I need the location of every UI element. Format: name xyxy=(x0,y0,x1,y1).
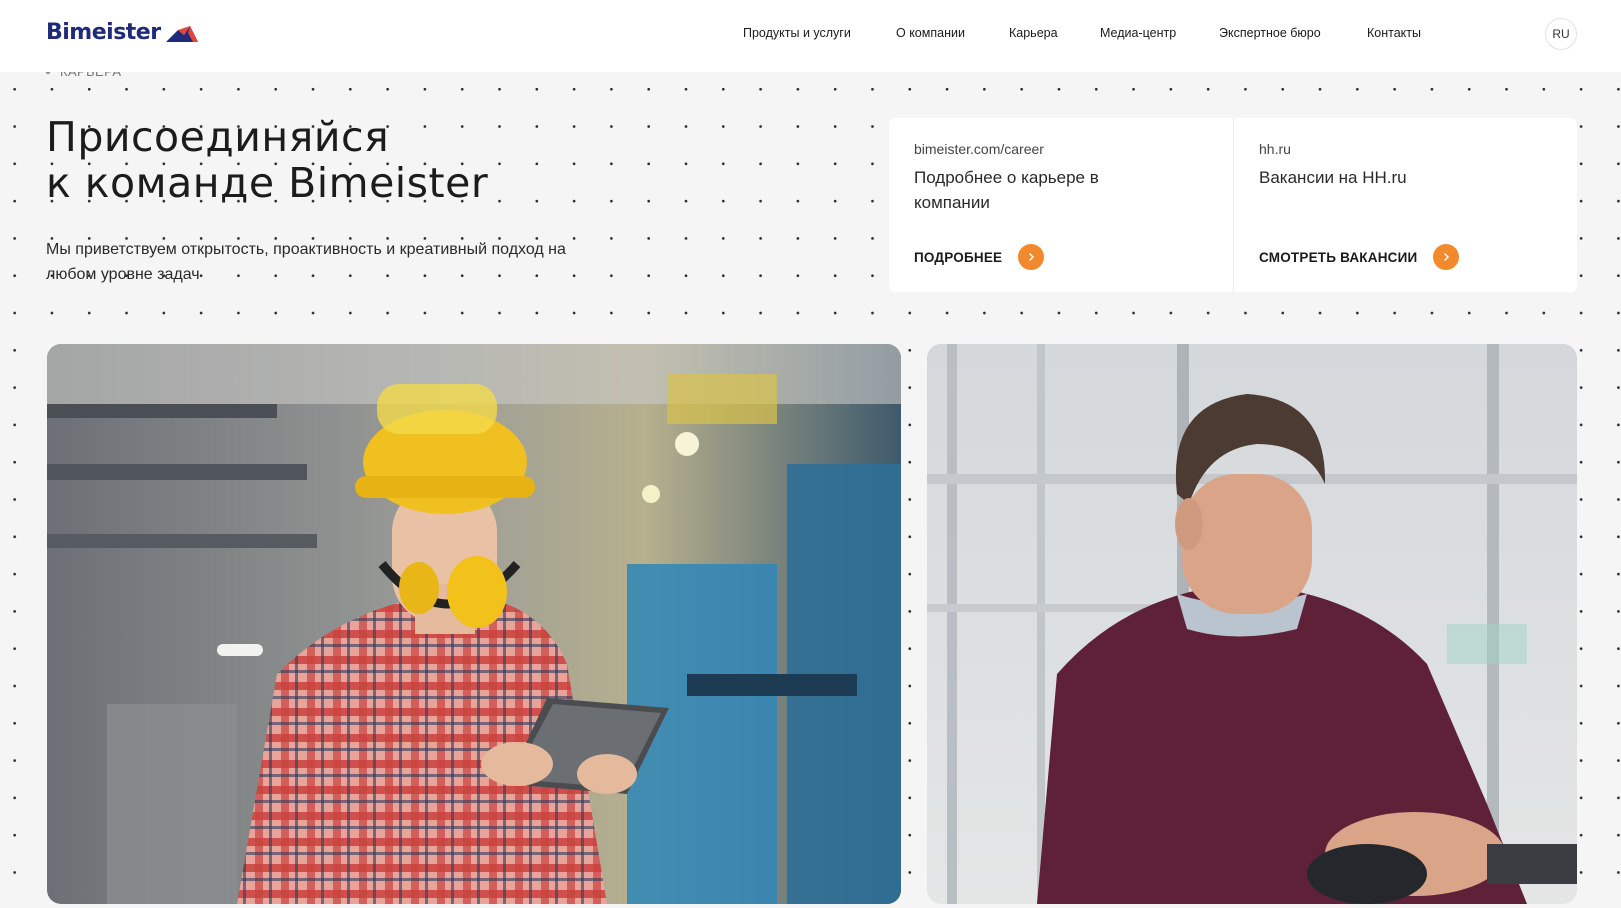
man-at-computer-photo xyxy=(927,344,1577,904)
nav-item-contacts[interactable]: Контакты xyxy=(1367,26,1421,40)
logo-text: Bimeister xyxy=(46,20,161,45)
hh-card-url: hh.ru xyxy=(1259,141,1291,157)
page-title-line-2: к команде Bimeister xyxy=(46,159,489,207)
view-vacancies-label: СМОТРЕТЬ ВАКАНСИИ xyxy=(1259,249,1418,265)
top-navigation-bar: Bimeister Продукты и услуги О компании К… xyxy=(0,0,1621,72)
logo-mark-icon xyxy=(165,25,198,42)
view-vacancies-link[interactable]: СМОТРЕТЬ ВАКАНСИИ xyxy=(1259,244,1460,270)
nav-item-products[interactable]: Продукты и услуги xyxy=(743,26,851,40)
career-card-url: bimeister.com/career xyxy=(914,141,1044,157)
arrow-right-icon[interactable] xyxy=(1433,244,1460,270)
more-details-link[interactable]: ПОДРОБНЕЕ xyxy=(914,244,1045,270)
woman-engineer-photo xyxy=(47,344,901,904)
language-switcher[interactable]: RU xyxy=(1545,18,1577,50)
page-title-line-1: Присоединяйся xyxy=(46,113,390,161)
hh-vacancies-card: hh.ru Вакансии на HH.ru СМОТРЕТЬ ВАКАНСИ… xyxy=(1233,118,1577,292)
arrow-right-icon[interactable] xyxy=(1018,244,1045,270)
nav-item-expert-bureau[interactable]: Экспертное бюро xyxy=(1219,26,1321,40)
nav-item-media[interactable]: Медиа-центр xyxy=(1100,26,1176,40)
nav-item-about[interactable]: О компании xyxy=(896,26,965,40)
bimeister-logo[interactable]: Bimeister xyxy=(46,20,200,45)
hh-card-description: Вакансии на HH.ru xyxy=(1259,168,1407,187)
hero-subtitle: Мы приветствуем открытость, проактивност… xyxy=(46,241,566,283)
nav-item-career[interactable]: Карьера xyxy=(1009,26,1058,40)
career-card: bimeister.com/career Подробнее о карьере… xyxy=(889,118,1233,292)
page-title: Присоединяйся к команде Bimeister xyxy=(46,114,488,206)
more-details-label: ПОДРОБНЕЕ xyxy=(914,249,1003,265)
career-links-panel: bimeister.com/career Подробнее о карьере… xyxy=(889,118,1577,292)
career-card-description: Подробнее о карьере в компании xyxy=(914,168,1099,212)
